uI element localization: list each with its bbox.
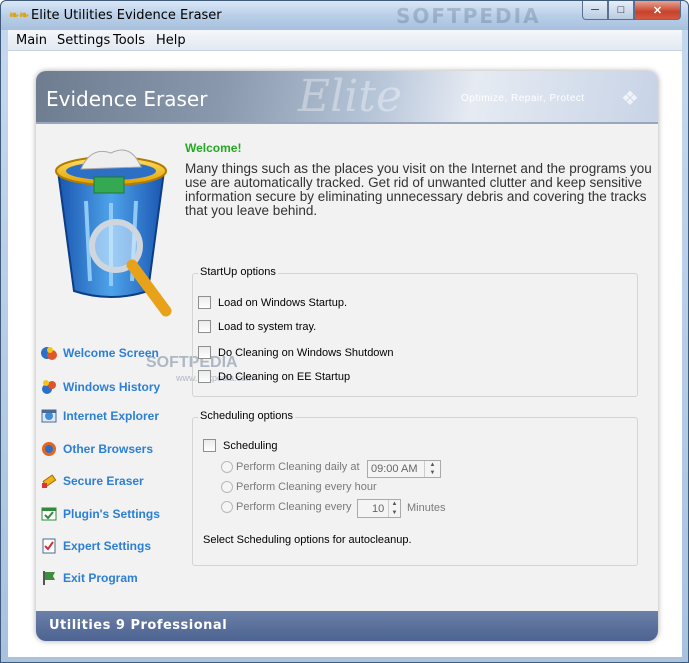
option-label: Do Cleaning on EE Startup <box>218 370 351 383</box>
option-label: Load to system tray. <box>218 320 317 333</box>
nav-label: Exit Program <box>63 571 138 585</box>
panel-title: Evidence Eraser <box>46 87 208 111</box>
checkbox[interactable] <box>198 320 211 333</box>
internet-explorer-icon <box>41 409 57 423</box>
option-label: Perform Cleaning every <box>236 501 352 513</box>
scheduling-note: Select Scheduling options for autocleanu… <box>203 534 412 546</box>
option-label: Scheduling <box>223 439 278 452</box>
daily-time-picker[interactable]: 09:00 AM ▲ ▼ <box>367 460 441 478</box>
checkbox[interactable] <box>198 346 211 359</box>
minimize-button[interactable]: ─ <box>582 1 608 20</box>
panel-header: Elite Evidence Eraser Optimize, Repair, … <box>36 71 658 124</box>
menu-main[interactable]: Main <box>16 33 47 48</box>
expert-settings-icon <box>42 538 56 554</box>
plugin-settings-icon <box>41 507 57 521</box>
option-scheduling[interactable]: Scheduling <box>203 439 277 452</box>
startup-options-title: StartUp options <box>198 266 278 278</box>
option-load-on-startup[interactable]: Load on Windows Startup. <box>198 296 347 309</box>
window-title: Elite Utilities Evidence Eraser <box>31 8 222 23</box>
windows-history-icon <box>42 380 56 394</box>
nav-secure-eraser[interactable]: Secure Eraser <box>41 472 144 490</box>
title-bar[interactable]: ❧❧ Elite Utilities Evidence Eraser SOFTP… <box>1 1 688 30</box>
main-panel: Elite Evidence Eraser Optimize, Repair, … <box>36 71 658 641</box>
nav-label: Other Browsers <box>63 442 154 456</box>
radio-button[interactable] <box>221 461 233 473</box>
option-label: Load on Windows Startup. <box>218 296 348 309</box>
nav-label: Windows History <box>63 380 161 394</box>
other-browsers-icon <box>42 442 56 456</box>
title-watermark: SOFTPEDIA <box>396 4 541 28</box>
scheduling-options-group: Scheduling options Scheduling Perform Cl… <box>192 410 638 566</box>
checkbox[interactable] <box>198 296 211 309</box>
secure-eraser-icon <box>42 474 57 488</box>
minutes-unit-label: Minutes <box>407 502 446 514</box>
minutes-spin-arrows[interactable]: ▲ ▼ <box>388 500 400 517</box>
exit-flag-icon <box>43 571 55 585</box>
minutes-stepper[interactable]: 10 ▲ ▼ <box>357 499 401 518</box>
app-window: ❧❧ Elite Utilities Evidence Eraser SOFTP… <box>0 0 689 663</box>
minutes-value: 10 <box>372 503 385 515</box>
menu-tools[interactable]: Tools <box>113 33 145 48</box>
nav-internet-explorer[interactable]: Internet Explorer <box>41 407 159 425</box>
startup-options-group: StartUp options Load on Windows Startup.… <box>192 266 638 397</box>
welcome-title: Welcome! <box>185 141 242 155</box>
nav-exit-program[interactable]: Exit Program <box>41 569 138 587</box>
panel-footer: Utilities 9 Professional <box>36 611 658 641</box>
checkbox[interactable] <box>203 439 216 452</box>
radio-every-minutes[interactable]: Perform Cleaning every <box>221 501 352 513</box>
option-label: Perform Cleaning daily at <box>236 461 360 473</box>
option-label: Do Cleaning on Windows Shutdown <box>218 346 394 359</box>
client-area: Elite Evidence Eraser Optimize, Repair, … <box>8 51 682 657</box>
trash-bin-magnifier-icon <box>55 149 172 317</box>
close-button[interactable]: ✕ <box>634 1 681 20</box>
nav-label: Expert Settings <box>63 539 152 553</box>
maximize-button[interactable]: □ <box>608 1 634 20</box>
nav-plugin-settings[interactable]: Plugin's Settings <box>41 505 160 523</box>
nav-other-browsers[interactable]: Other Browsers <box>41 440 153 458</box>
nav-label: Secure Eraser <box>63 474 144 488</box>
butterfly-icon: ❖ <box>621 88 639 110</box>
radio-daily[interactable]: Perform Cleaning daily at <box>221 461 360 473</box>
nav-label: Welcome Screen <box>63 346 159 360</box>
elite-logo-text: Elite <box>298 71 402 122</box>
nav-expert-settings[interactable]: Expert Settings <box>41 537 151 555</box>
option-clean-on-shutdown[interactable]: Do Cleaning on Windows Shutdown <box>198 346 394 359</box>
option-label: Perform Cleaning every hour <box>236 481 377 493</box>
menu-help[interactable]: Help <box>156 33 186 48</box>
tagline: Optimize, Repair, Protect <box>461 93 585 104</box>
nav-label: Internet Explorer <box>63 409 160 423</box>
scheduling-options-title: Scheduling options <box>198 410 295 422</box>
welcome-icon <box>41 347 57 360</box>
option-clean-on-ee-startup[interactable]: Do Cleaning on EE Startup <box>198 370 350 383</box>
footer-product-name: Utilities 9 Professional <box>49 618 228 633</box>
option-load-to-tray[interactable]: Load to system tray. <box>198 320 316 333</box>
time-spin-arrows[interactable]: ▲ ▼ <box>424 461 440 477</box>
menu-settings[interactable]: Settings <box>57 33 110 48</box>
radio-button[interactable] <box>221 501 233 513</box>
app-logo-icon: ❧❧ <box>9 8 30 22</box>
checkbox[interactable] <box>198 370 211 383</box>
menu-bar: Main Settings Tools Help <box>8 30 682 51</box>
time-value: 09:00 AM <box>371 463 418 475</box>
nav-windows-history[interactable]: Windows History <box>41 378 160 396</box>
nav-welcome-screen[interactable]: Welcome Screen <box>41 344 159 362</box>
radio-button[interactable] <box>221 481 233 493</box>
nav-label: Plugin's Settings <box>63 507 160 521</box>
welcome-description: Many things such as the places you visit… <box>185 161 652 218</box>
radio-hourly[interactable]: Perform Cleaning every hour <box>221 481 377 493</box>
